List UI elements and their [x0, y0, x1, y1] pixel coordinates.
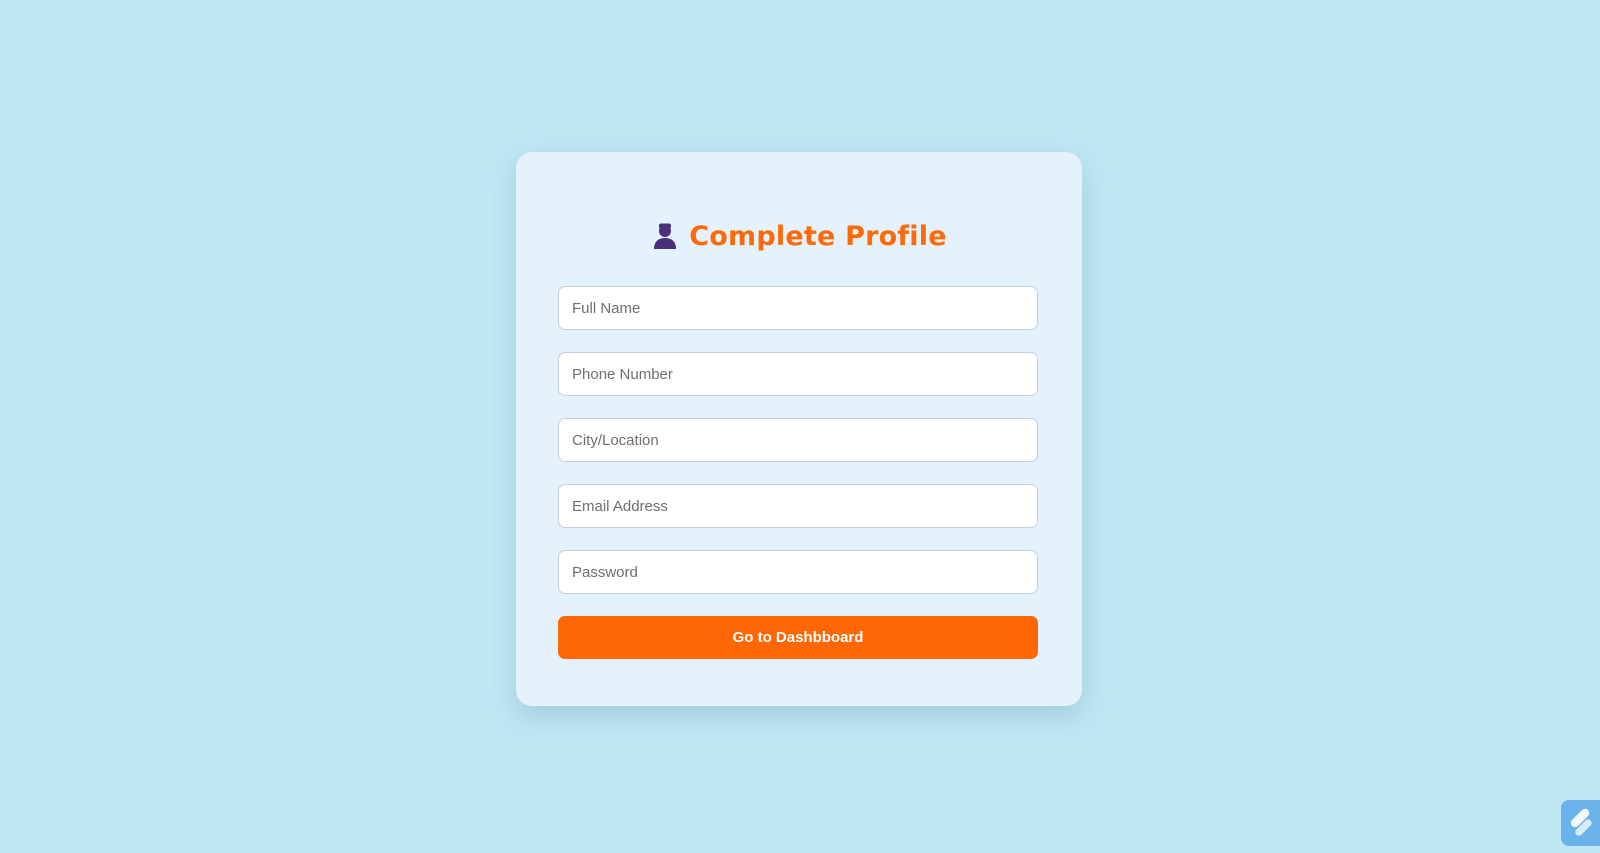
email-address-input[interactable] [558, 484, 1038, 528]
full-name-input[interactable] [558, 286, 1038, 330]
user-icon [651, 222, 679, 250]
password-input[interactable] [558, 550, 1038, 594]
brand-logo-icon [1568, 806, 1594, 841]
page-background: Complete Profile Go to Dashbboard [0, 0, 1600, 853]
city-location-input[interactable] [558, 418, 1038, 462]
page-title: Complete Profile [689, 220, 947, 252]
profile-form: Go to Dashbboard [558, 286, 1040, 659]
page-header: Complete Profile [558, 218, 1040, 254]
phone-number-input[interactable] [558, 352, 1038, 396]
go-to-dashboard-button[interactable]: Go to Dashbboard [558, 616, 1038, 659]
corner-widget-button[interactable] [1561, 800, 1600, 846]
profile-card: Complete Profile Go to Dashbboard [516, 152, 1082, 706]
